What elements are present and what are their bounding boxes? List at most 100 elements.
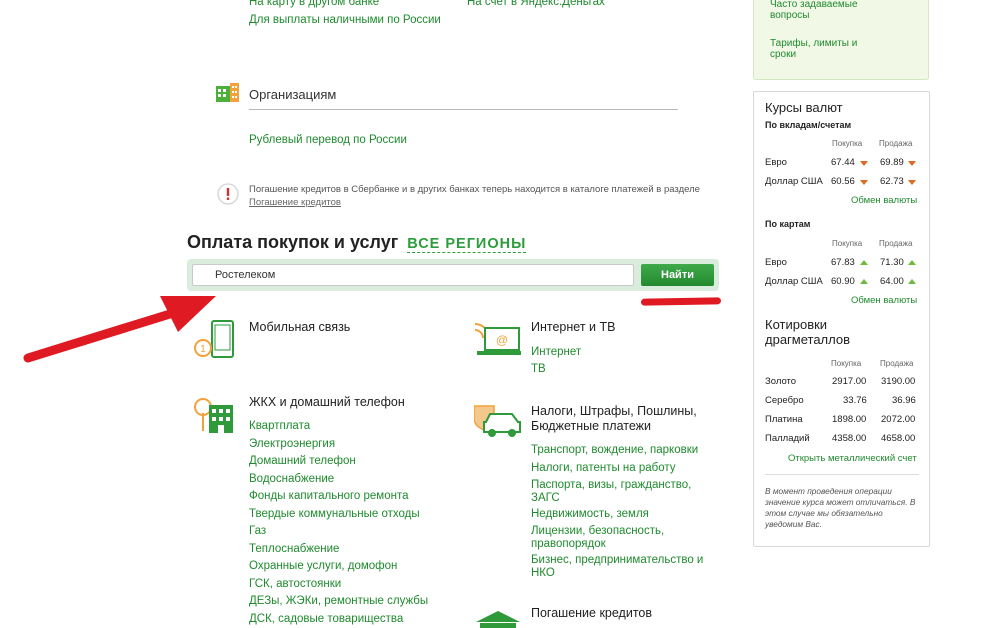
metals-note: В момент проведения операции значение ку… [765,486,916,529]
rate-card-euro-sell: 71.30 [880,257,904,268]
rates-deposits-col-buy: Покупка [832,139,863,148]
category-internet-title[interactable]: Интернет и ТВ [531,320,615,335]
rates-deposits-title: По вкладам/счетам [765,120,852,130]
link-housing-5[interactable]: Твердые коммунальные отходы [249,508,420,521]
metal-palladium-buy: 4358.00 [832,433,867,444]
link-housing-6[interactable]: Газ [249,525,266,538]
red-underline-annotation [640,297,722,306]
link-taxes-3[interactable]: Недвижимость, земля [531,508,649,521]
link-tv[interactable]: ТВ [531,363,546,376]
metal-platinum-sell: 2072.00 [881,414,916,425]
notice: Погашение кредитов в Сбербанке и в други… [249,183,700,209]
metals-title-l2: драгметаллов [765,332,851,347]
organizations-divider [249,109,678,110]
link-taxes-4[interactable]: Лицензии, безопасность, правопорядок [531,525,664,551]
link-taxes-2[interactable]: Паспорта, визы, гражданство, ЗАГС [531,479,691,505]
notice-loans-link[interactable]: Погашение кредитов [249,197,341,208]
loans-bank-icon [476,611,520,628]
link-housing-11[interactable]: ДСК, садовые товарищества [249,613,403,626]
metal-gold-sell: 3190.00 [881,376,916,387]
link-faq[interactable]: Часто задаваемые вопросы [770,0,858,21]
link-housing-3[interactable]: Водоснабжение [249,473,334,486]
link-taxes-5-l1: Бизнес, предпринимательство и [531,554,704,566]
link-taxes-4-l1: Лицензии, безопасность, [531,525,665,537]
internet-tv-icon: @ [474,323,521,355]
rates-cards-col-buy: Покупка [832,239,863,248]
metal-platinum-name: Платина [765,414,803,425]
category-housing-title[interactable]: ЖКХ и домашний телефон [249,395,405,410]
notice-text: Погашение кредитов в Сбербанке и в други… [249,184,700,195]
link-taxes-5[interactable]: Бизнес, предпринимательство и НКО [531,554,703,580]
link-cash-russia[interactable]: Для выплаты наличными по России [249,14,441,26]
link-housing-0[interactable]: Квартплата [249,420,310,433]
organizations-title: Организациям [249,87,337,102]
rate-up-icon [860,279,868,284]
link-tariffs-l2: сроки [770,49,797,60]
rate-dep-euro-name: Евро [765,157,787,168]
taxes-car-icon [474,405,521,437]
link-taxes-2-l2: ЗАГС [531,492,560,504]
link-housing-2[interactable]: Домашний телефон [249,455,356,468]
link-internet[interactable]: Интернет [531,346,581,359]
svg-text:@: @ [496,333,508,347]
metals-divider [765,474,919,475]
link-taxes-0[interactable]: Транспорт, вождение, парковки [531,444,698,457]
rate-dep-usd-buy: 60.56 [831,176,855,187]
metals-col-sell: Продажа [880,359,914,368]
category-loans-title[interactable]: Погашение кредитов [531,606,652,621]
category-taxes-title[interactable]: Налоги, Штрафы, Пошлины, Бюджетные плате… [531,404,697,434]
red-arrow-annotation [23,296,216,363]
link-housing-4[interactable]: Фонды капитального ремонта [249,490,408,503]
link-faq-l2: вопросы [770,10,810,21]
link-taxes-2-l1: Паспорта, визы, гражданство, [531,479,692,491]
all-regions-link[interactable]: ВСЕ РЕГИОНЫ [407,236,527,253]
link-housing-10[interactable]: ДЕЗы, ЖЭКи, ремонтные службы [249,595,428,608]
link-card-other-bank[interactable]: На карту в другом банке [249,0,379,8]
rate-card-euro-buy: 67.83 [831,257,855,268]
metal-silver-name: Серебро [765,395,804,406]
link-taxes-1[interactable]: Налоги, патенты на работу [531,462,676,475]
rate-down-icon [860,161,868,166]
link-housing-8[interactable]: Охранные услуги, домофон [249,560,397,573]
metal-silver-buy: 33.76 [843,395,867,406]
payments-heading: Оплата покупок и услуг ВСЕ РЕГИОНЫ [187,232,527,253]
link-housing-9[interactable]: ГСК, автостоянки [249,578,341,591]
rate-down-icon [908,161,916,166]
rate-up-icon [908,279,916,284]
search-bar: Найти [187,259,719,291]
link-housing-1[interactable]: Электроэнергия [249,438,335,451]
rates-deposits-col-sell: Продажа [879,139,913,148]
link-tariffs[interactable]: Тарифы, лимиты и сроки [770,38,857,60]
payments-title: Оплата покупок и услуг [187,232,399,252]
category-taxes-title-l1: Налоги, Штрафы, Пошлины, [531,404,697,418]
rate-down-icon [908,180,916,185]
rate-dep-euro-buy: 67.44 [831,157,855,168]
link-exchange-deposits[interactable]: Обмен валюты [851,195,917,206]
link-exchange-cards[interactable]: Обмен валюты [851,295,917,306]
rate-dep-usd-name: Доллар США [765,176,823,187]
category-mobile-title[interactable]: Мобильная связь [249,320,350,335]
housing-icon [194,398,233,433]
metal-palladium-name: Палладий [765,433,810,444]
metal-silver-sell: 36.96 [892,395,916,406]
rates-cards-title: По картам [765,219,811,229]
link-taxes-4-l2: правопорядок [531,538,606,550]
rate-dep-usd-sell: 62.73 [880,176,904,187]
link-yandex[interactable]: На счет в Яндекс.Деньгах [467,0,605,8]
metals-title-l1: Котировки [765,317,828,332]
metal-platinum-buy: 1898.00 [832,414,867,425]
link-tariffs-l1: Тарифы, лимиты и [770,38,858,49]
link-taxes-5-l2: НКО [531,567,555,579]
organizations-icon [216,83,239,102]
rates-title: Курсы валют [765,100,843,115]
link-open-metal-account[interactable]: Открыть металлический счет [788,453,917,464]
link-housing-7[interactable]: Теплоснабжение [249,543,339,556]
sidebar-help-panel: Часто задаваемые вопросы Тарифы, лимиты … [753,0,929,80]
search-input[interactable] [192,264,634,286]
link-ruble-transfer[interactable]: Рублевый перевод по России [249,134,407,147]
mobile-icon: 1 [194,320,234,358]
sidebar-rates-panel: Курсы валют По вкладам/счетам Покупка Пр… [753,91,930,547]
search-button[interactable]: Найти [641,264,714,286]
rate-up-icon [860,260,868,265]
metals-col-buy: Покупка [831,359,862,368]
